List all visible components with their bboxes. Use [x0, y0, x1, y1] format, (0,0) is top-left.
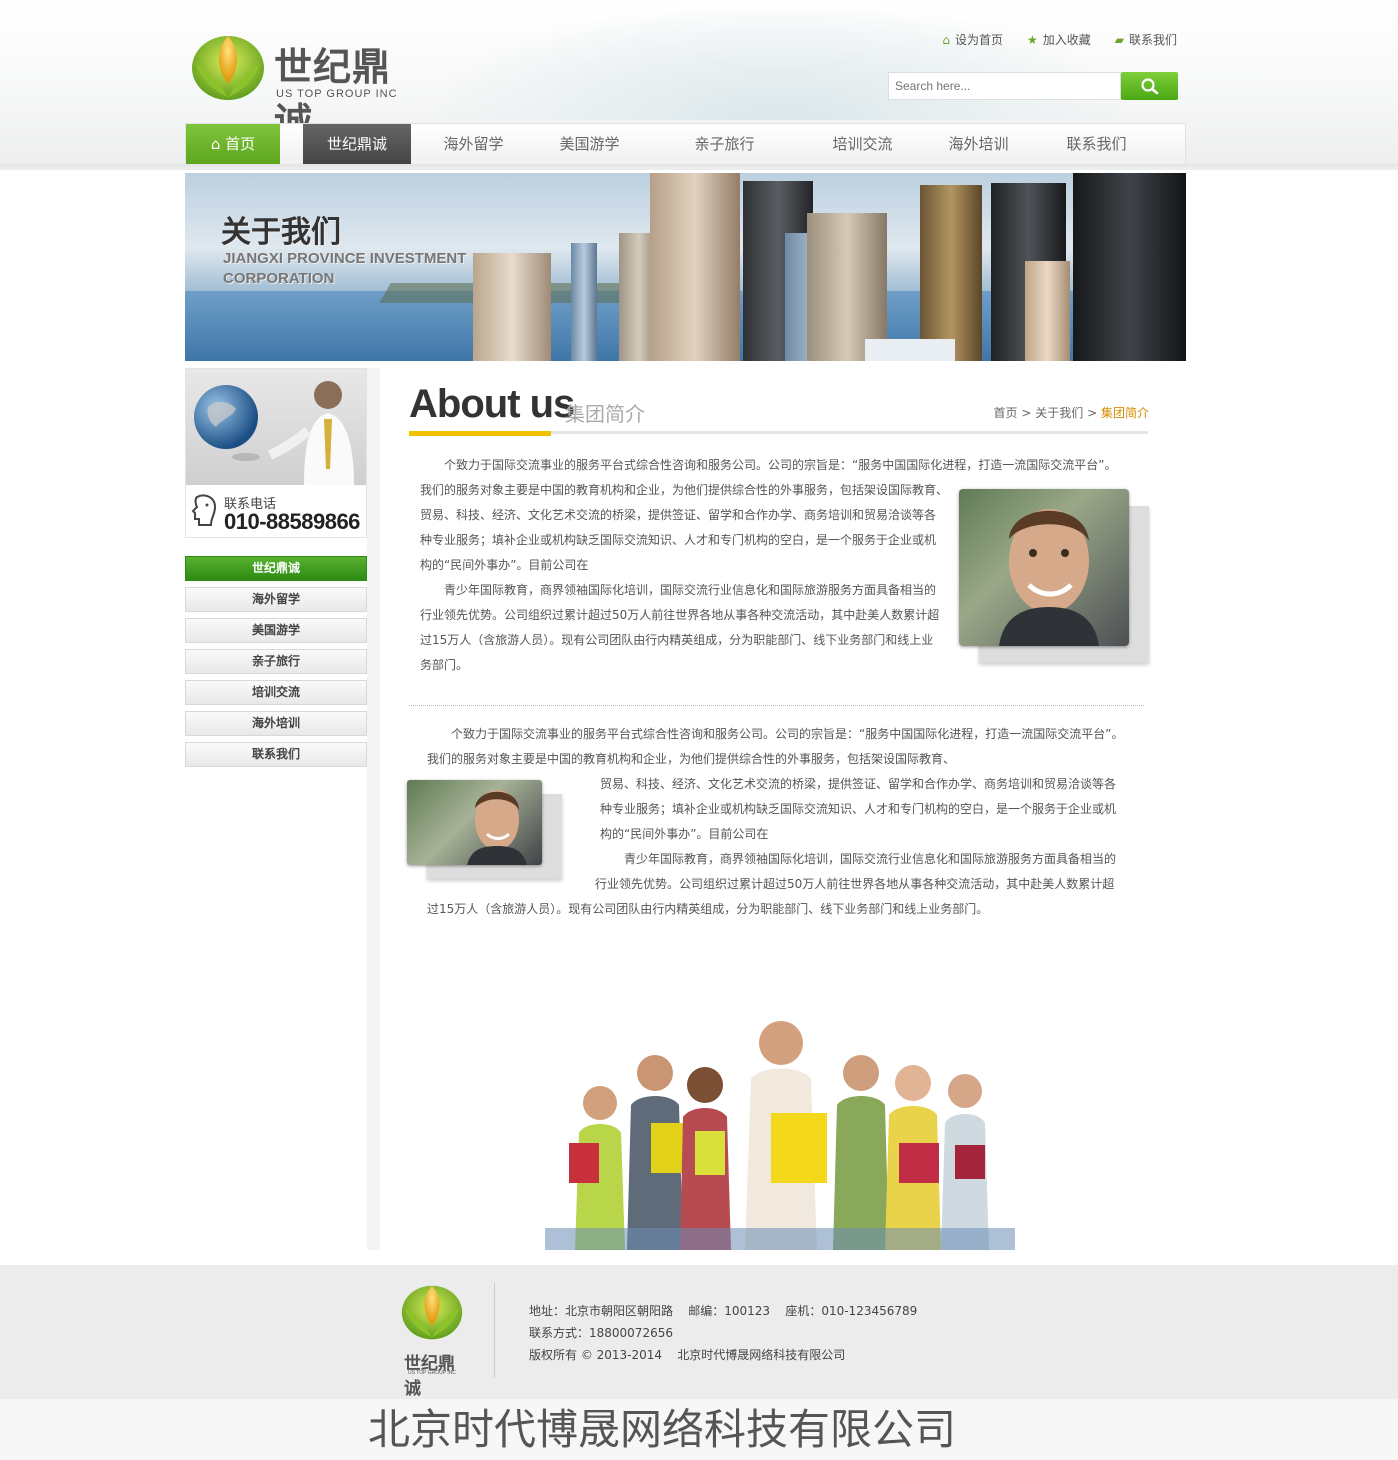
home-icon: ⌂ [210, 135, 226, 153]
nav-us-tour[interactable]: 美国游学 [542, 124, 637, 164]
students-group-illustration [545, 1021, 1015, 1250]
contact-us-label: 联系我们 [1128, 33, 1177, 47]
page-subtitle: 集团简介 [565, 402, 645, 426]
page-title: About us [409, 382, 575, 426]
text-line: 种专业服务；填补企业或机构缺乏国际交流知识、人才和专门机构的空白，是一个服务于企… [600, 802, 1117, 816]
side-item-shiji[interactable]: 世纪鼎诚 [185, 556, 367, 581]
footer-separator [494, 1283, 495, 1378]
brand-subtitle: US TOP GROUP INC [276, 88, 398, 100]
side-item-training[interactable]: 培训交流 [185, 680, 367, 705]
header-mountains [420, 0, 1140, 120]
building [571, 243, 597, 361]
text-line: 过15万人（含旅游人员）。现有公司团队由行内精英组成，分为职能部门、线下业务部门… [427, 902, 989, 916]
building [865, 339, 955, 361]
portrait-photo-small [407, 780, 562, 879]
page: 世纪鼎诚 US TOP GROUP INC ⌂ 设为首页 ★ 加入收藏 ▰ 联系… [0, 0, 1398, 1460]
banner-title: 关于我们 [221, 215, 341, 250]
nav-family-travel[interactable]: 亲子旅行 [677, 124, 772, 164]
text-line: 行业领先优势。公司组织过累计超过50万人前往世界各地从事各种交流活动，其中赴美人… [595, 877, 1115, 891]
content-gutter [367, 368, 381, 1250]
footer-contact: 联系方式：18800072656 [529, 1326, 673, 1340]
breadcrumb-current: 集团简介 [1100, 406, 1149, 420]
search-box [888, 72, 1178, 100]
phone-number: 010-88589866 [224, 509, 360, 534]
businessman-image [186, 369, 366, 485]
students-image [545, 1013, 1015, 1250]
smiling-man-image [407, 780, 542, 865]
add-favorite-label: 加入收藏 [1042, 33, 1091, 47]
set-homepage-label: 设为首页 [954, 33, 1003, 47]
main-content: About us 集团简介 首页 > 关于我们 > 集团简介 个致力于国际交流事… [380, 368, 1186, 1250]
text-line: 我们的服务对象主要是中国的教育机构和企业，为他们提供综合性的外事服务，包括架设国… [427, 752, 956, 766]
intro-paragraph-2-bottom: 过15万人（含旅游人员）。现有公司团队由行内精英组成，分为职能部门、线下业务部门… [427, 897, 1177, 922]
nav-home[interactable]: ⌂ 首页 [186, 124, 280, 164]
head-phone-icon [191, 494, 217, 526]
side-item-contact[interactable]: 联系我们 [185, 742, 367, 767]
man-face-illustration [467, 790, 527, 865]
intro-paragraph-2-top: 个致力于国际交流事业的服务平台式综合性咨询和服务公司。公司的宗旨是：“服务中国国… [427, 722, 1177, 772]
search-icon [1140, 78, 1158, 95]
home-icon: ⌂ [942, 32, 950, 47]
add-favorite-link[interactable]: ★ 加入收藏 [1027, 31, 1091, 48]
side-menu: 世纪鼎诚 海外留学 美国游学 亲子旅行 培训交流 海外培训 联系我们 [185, 556, 367, 773]
leaf-logo-icon [192, 36, 264, 100]
building [650, 173, 740, 361]
search-input[interactable] [888, 72, 1121, 100]
banner: 关于我们 JIANGXI PROVINCE INVESTMENT CORPORA… [185, 173, 1186, 361]
footer-logo[interactable]: 世纪鼎诚 US TOP GROUP INC [398, 1279, 468, 1399]
phone-box: 联系电话 010-88589866 [186, 485, 366, 537]
building [1025, 261, 1070, 361]
nav-shiji[interactable]: 世纪鼎诚 [303, 124, 411, 164]
side-item-family-travel[interactable]: 亲子旅行 [185, 649, 367, 674]
text-line: 贸易、科技、经济、文化艺术交流的桥梁，提供签证、留学和合作办学、商务培训和贸易洽… [600, 777, 1117, 791]
breadcrumb-home[interactable]: 首页 [994, 406, 1018, 420]
footer-address: 地址：北京市朝阳区朝阳路 邮编：100123 座机：010-123456789 [529, 1304, 918, 1318]
company-watermark-title: 北京时代博晟网络科技有限公司 [368, 1405, 957, 1454]
nav-training[interactable]: 培训交流 [815, 124, 910, 164]
text-line: 青少年国际教育，商界领袖国际化培训，国际交流行业信息化和国际旅游服务方面具备相当… [624, 852, 1117, 866]
side-item-study-abroad[interactable]: 海外留学 [185, 587, 367, 612]
main-nav: ⌂ 首页 世纪鼎诚 海外留学 美国游学 亲子旅行 培训交流 海外培训 联系我们 [185, 123, 1186, 164]
set-homepage-link[interactable]: ⌂ 设为首页 [942, 31, 1003, 48]
globe-illustration [194, 381, 354, 485]
nav-contact[interactable]: 联系我们 [1049, 124, 1144, 164]
leaf-logo-icon [401, 1285, 463, 1340]
text-line: 个致力于国际交流事业的服务平台式综合性咨询和服务公司。公司的宗旨是：“服务中国国… [451, 727, 1124, 741]
chevron-right-icon: > [1087, 406, 1101, 420]
top-links: ⌂ 设为首页 ★ 加入收藏 ▰ 联系我们 [942, 31, 1177, 48]
footer-copyright: 版权所有 © 2013-2014 北京时代博晟网络科技有限公司 [529, 1348, 846, 1362]
building [1073, 173, 1186, 361]
chat-icon: ▰ [1114, 32, 1124, 47]
banner-subtitle-line1: JIANGXI PROVINCE INVESTMENT [223, 250, 467, 267]
footer-brand-subtitle: US TOP GROUP INC [408, 1370, 456, 1376]
nav-divider [0, 164, 1398, 167]
section-divider [409, 705, 1144, 706]
banner-subtitle-line2: CORPORATION [223, 270, 335, 287]
breadcrumb-about[interactable]: 关于我们 [1035, 406, 1083, 420]
nav-overseas-training[interactable]: 海外培训 [931, 124, 1026, 164]
building [473, 253, 551, 361]
portrait-photo-large [959, 489, 1149, 663]
chevron-right-icon: > [1021, 406, 1036, 420]
site-logo[interactable]: 世纪鼎诚 US TOP GROUP INC [190, 28, 410, 144]
contact-card: 联系电话 010-88589866 [185, 368, 367, 538]
search-button[interactable] [1121, 72, 1178, 100]
man-face-illustration [999, 509, 1099, 646]
intro-paragraph-2-mid2: 行业领先优势。公司组织过累计超过50万人前往世界各地从事各种交流活动，其中赴美人… [595, 872, 1175, 897]
intro-paragraph-2-mid: 贸易、科技、经济、文化艺术交流的桥梁，提供签证、留学和合作办学、商务培训和贸易洽… [600, 772, 1160, 872]
title-accent-bar [409, 431, 551, 436]
contact-us-link[interactable]: ▰ 联系我们 [1115, 31, 1177, 48]
footer: 世纪鼎诚 US TOP GROUP INC 地址：北京市朝阳区朝阳路 邮编：10… [0, 1265, 1398, 1399]
side-item-overseas-training[interactable]: 海外培训 [185, 711, 367, 736]
text-line: 构的“民间外事办”。目前公司在 [600, 827, 769, 841]
building [920, 185, 982, 361]
nav-study-abroad[interactable]: 海外留学 [426, 124, 521, 164]
side-item-us-tour[interactable]: 美国游学 [185, 618, 367, 643]
star-icon: ★ [1026, 32, 1038, 47]
text-line: 个致力于国际交流事业的服务平台式综合性咨询和服务公司。公司的宗旨是：“服务中国国… [444, 458, 1117, 472]
nav-home-label: 首页 [225, 135, 256, 153]
banner-subtitle: JIANGXI PROVINCE INVESTMENT CORPORATION [223, 249, 466, 289]
smiling-man-image [959, 489, 1129, 646]
breadcrumb: 首页 > 关于我们 > 集团简介 [994, 404, 1149, 421]
